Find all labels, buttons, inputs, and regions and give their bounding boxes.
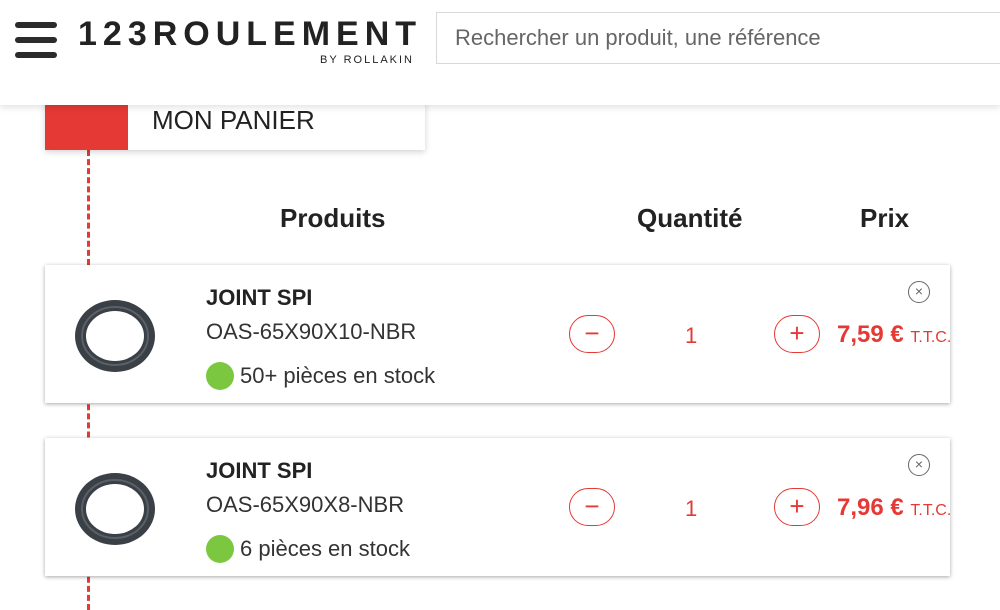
item-price: 7,59 € T.T.C. <box>837 321 951 349</box>
search-input[interactable] <box>436 12 1000 64</box>
quantity-value: 1 <box>685 323 698 348</box>
cart-item: JOINT SPI OAS-65X90X10-NBR 50+ pièces en… <box>45 265 951 403</box>
logo[interactable]: 123ROULEMENT BY ROLLAKIN <box>78 14 418 72</box>
product-reference: OAS-65X90X10-NBR <box>206 319 417 344</box>
stock-indicator-icon <box>206 362 234 390</box>
column-header-quantity: Quantité <box>637 203 743 233</box>
product-reference: OAS-65X90X8-NBR <box>206 492 405 517</box>
remove-item-icon[interactable]: × <box>908 454 930 476</box>
quantity-value: 1 <box>685 496 698 521</box>
stock-status: 50+ pièces en stock <box>240 363 436 388</box>
logo-text: 123ROULEMENT <box>78 15 423 53</box>
product-name[interactable]: JOINT SPI <box>206 285 312 311</box>
decrease-quantity-button[interactable]: − <box>569 315 615 353</box>
site-header: 123ROULEMENT BY ROLLAKIN <box>0 0 1000 105</box>
stock-status: 6 pièces en stock <box>240 536 410 561</box>
cart-title: MON PANIER <box>152 105 315 135</box>
decrease-quantity-button[interactable]: − <box>569 488 615 526</box>
column-header-products: Produits <box>280 203 386 233</box>
oil-seal-image <box>75 473 155 545</box>
price-suffix: T.T.C. <box>910 329 952 346</box>
logo-subtitle: BY ROLLAKIN <box>320 54 414 66</box>
price-value: 7,59 € <box>837 321 904 348</box>
menu-icon[interactable] <box>15 22 57 58</box>
increase-quantity-button[interactable]: + <box>774 488 820 526</box>
oil-seal-image <box>75 300 155 372</box>
remove-item-icon[interactable]: × <box>908 281 930 303</box>
column-header-price: Prix <box>860 203 910 233</box>
cart-item: JOINT SPI OAS-65X90X8-NBR 6 pièces en st… <box>45 438 951 576</box>
item-price: 7,96 € T.T.C. <box>837 494 951 522</box>
price-value: 7,96 € <box>837 494 904 521</box>
price-suffix: T.T.C. <box>910 502 952 519</box>
increase-quantity-button[interactable]: + <box>774 315 820 353</box>
stock-indicator-icon <box>206 535 234 563</box>
product-name[interactable]: JOINT SPI <box>206 458 312 484</box>
